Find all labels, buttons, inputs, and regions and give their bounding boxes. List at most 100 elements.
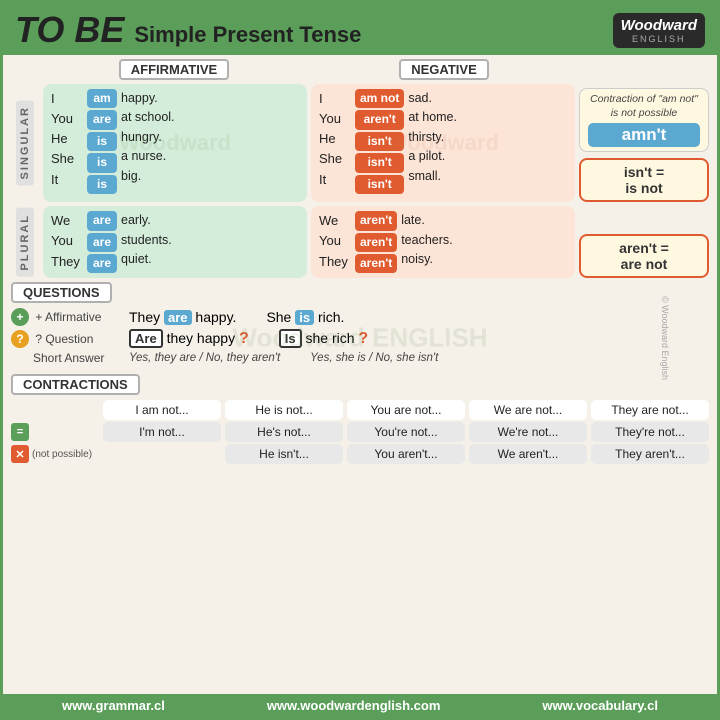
ct-iam: I am not... (103, 400, 221, 420)
singular-neg-verbs: am not aren't isn't isn't isn't (355, 89, 404, 194)
contractions-section: CONTRACTIONS I am not... He is not... Yo… (11, 374, 709, 466)
ct-label-x: ✕ (not possible) (11, 445, 101, 463)
q-affirmative-content: They are happy. She is rich. (129, 309, 709, 325)
ct-theyrenot: They're not... (591, 422, 709, 442)
plural-neg-verbs: aren't aren't aren't (355, 211, 397, 273)
ct-cells-notpossible: He isn't... You aren't... We aren't... T… (103, 444, 709, 464)
footer-link-2[interactable]: www.woodwardenglish.com (267, 698, 441, 713)
verb-are-s: are (87, 110, 117, 129)
q-short-answer-row: Short Answer Yes, they are / No, they ar… (11, 351, 709, 365)
verb-arent-s: aren't (355, 110, 404, 129)
q-question-label: ? ? Question (11, 330, 121, 348)
q-affirmative-row: + + Affirmative They are happy. She is r… (11, 308, 709, 326)
footer-link-3[interactable]: www.vocabulary.cl (542, 698, 658, 713)
q-ex2-q: Is she rich ? (279, 330, 368, 348)
verb-is-1: is (87, 132, 117, 151)
ct-heisnot: He isn't... (225, 444, 343, 464)
verb-is-3: is (87, 175, 117, 194)
plural-affirmative-box: WeYouThey are are are early.students.qui… (43, 206, 307, 278)
q-ex2-af: She is rich. (266, 309, 344, 325)
logo-text: Woodward (621, 17, 697, 34)
verb-isnt-1: isn't (355, 132, 404, 151)
verb-amnot: am not (355, 89, 404, 108)
ct-empty (103, 444, 221, 464)
footer: www.grammar.cl www.woodwardenglish.com w… (3, 694, 717, 717)
ct-weare: We are not... (469, 400, 587, 420)
ct-hesnot: He's not... (225, 422, 343, 442)
affirmative-header: AFFIRMATIVE (119, 59, 229, 80)
singular-neg-content: IYouHeSheIt am not aren't isn't isn't is… (319, 89, 567, 194)
singular-row: SINGULAR Woodward IYouHeSheIt am are is … (11, 84, 709, 202)
plural-af-content: WeYouThey are are are early.students.qui… (51, 211, 299, 273)
eq-icon: = (11, 423, 29, 441)
ct-yourenot: You're not... (347, 422, 465, 442)
ct-cells-contraction: I'm not... He's not... You're not... We'… (103, 422, 709, 442)
logo-box: Woodward ENGLISH (613, 13, 705, 48)
q-ex1-q: Are they happy ? (129, 330, 249, 348)
plural-neg-pronouns: WeYouThey (319, 211, 351, 271)
singular-label-col: SINGULAR (11, 84, 39, 202)
ct-row-notpossible: ✕ (not possible) He isn't... You aren't.… (11, 444, 709, 464)
singular-af-adj: happy.at school.hungry.a nurse.big. (121, 89, 175, 186)
singular-af-content: IYouHeSheIt am are is is is happy.at sch… (51, 89, 299, 194)
singular-affirmative-box: Woodward IYouHeSheIt am are is is is hap… (43, 84, 307, 202)
verb-are-p3: are (87, 254, 117, 273)
singular-negative-box: Woodward IYouHeSheIt am not aren't isn't… (311, 84, 575, 202)
ct-heis: He is not... (225, 400, 343, 420)
amnt-callout: Contraction of "am not" is not possible … (579, 88, 709, 152)
main-content: AFFIRMATIVE NEGATIVE SINGULAR Woodward I… (3, 55, 717, 694)
verb-is-2: is (87, 153, 117, 172)
amnt-badge: amn't (588, 123, 700, 147)
plural-row: PLURAL WeYouThey are are are early.stude… (11, 206, 709, 278)
title-tobe: TO BE (15, 9, 124, 51)
ct-label-eq: = (11, 423, 101, 441)
ct-row-contraction: = I'm not... He's not... You're not... W… (11, 422, 709, 442)
verb-are-q2: Are (129, 329, 163, 348)
not-possible-label: (not possible) (32, 449, 92, 460)
isnt-callout: isn't = is not (579, 158, 709, 202)
logo-sub: ENGLISH (621, 34, 697, 44)
verb-is-q2: Is (279, 329, 302, 348)
plural-af-pronouns: WeYouThey (51, 211, 83, 271)
plural-af-verbs: are are are (87, 211, 117, 273)
q-question-row: ? ? Question Are they happy ? Is she ric… (11, 330, 709, 348)
x-icon: ✕ (11, 445, 29, 463)
plus-badge: + (11, 308, 29, 326)
isnt-eq: isn't = is not (591, 164, 697, 196)
arent-eq: aren't = are not (591, 240, 697, 272)
header: TO BE Simple Present Tense Woodward ENGL… (3, 3, 717, 55)
plural-label: PLURAL (16, 208, 34, 277)
q-short-answer-label: Short Answer (11, 351, 121, 365)
verb-isnt-2: isn't (355, 153, 404, 172)
q-question-content: Are they happy ? Is she rich ? (129, 330, 709, 348)
questions-header: QUESTIONS (11, 282, 112, 303)
questions-section: QUESTIONS Woodward ENGLISH + + Affirmati… (11, 282, 709, 370)
contractions-content: I am not... He is not... You are not... … (11, 398, 709, 466)
questions-content: Woodward ENGLISH + + Affirmative They ar… (11, 306, 709, 370)
ct-werenot: We're not... (469, 422, 587, 442)
callout-area-plural: aren't = are not (579, 206, 709, 278)
verb-are-q: are (164, 310, 192, 325)
singular-neg-adj: sad.at home.thirsty.a pilot.small. (408, 89, 457, 186)
contraction-note: Contraction of "am not" is not possible (588, 93, 700, 120)
q-badge: ? (11, 330, 29, 348)
plural-neg-adj: late.teachers.noisy. (401, 211, 452, 269)
footer-link-1[interactable]: www.grammar.cl (62, 698, 165, 713)
verb-arent-p3: aren't (355, 254, 397, 273)
ct-youare: You are not... (347, 400, 465, 420)
q-short-answer-content: Yes, they are / No, they aren't Yes, she… (129, 352, 709, 364)
verb-arent-p2: aren't (355, 233, 397, 252)
plural-label-col: PLURAL (11, 206, 39, 278)
q-ex1-af: They are happy. (129, 309, 236, 325)
short-ans-2: Yes, she is / No, she isn't (310, 352, 438, 364)
ct-wearenot: We aren't... (469, 444, 587, 464)
verb-isnt-3: isn't (355, 175, 404, 194)
page: TO BE Simple Present Tense Woodward ENGL… (0, 0, 720, 720)
ct-cells-original: I am not... He is not... You are not... … (103, 400, 709, 420)
verb-am: am (87, 89, 117, 108)
verb-is-q: is (295, 310, 314, 325)
negative-header: NEGATIVE (399, 59, 489, 80)
q-affirmative-label: + + Affirmative (11, 308, 121, 326)
singular-af-pronouns: IYouHeSheIt (51, 89, 83, 190)
plural-neg-content: WeYouThey aren't aren't aren't late.teac… (319, 211, 567, 273)
